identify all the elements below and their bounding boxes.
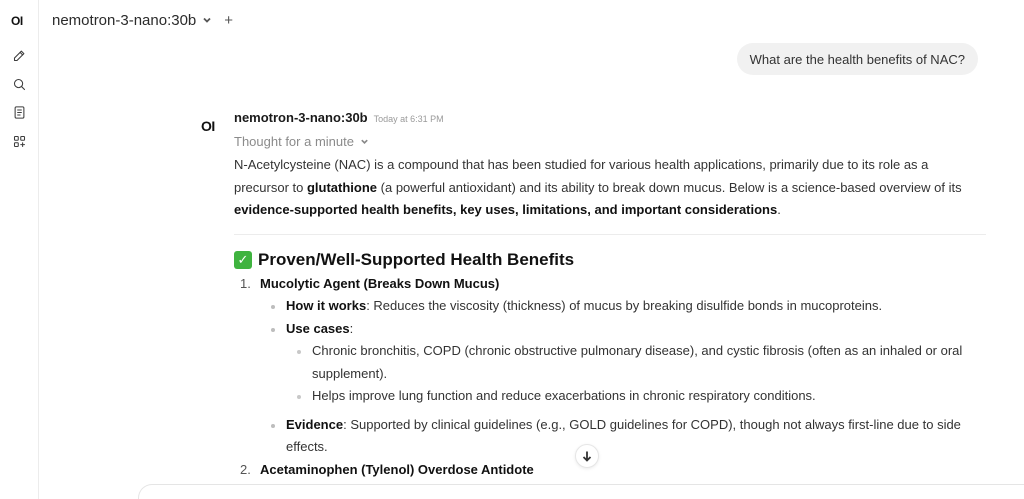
bold-label: Evidence <box>286 416 344 432</box>
add-model-button[interactable]: + <box>224 12 233 29</box>
arrow-down-icon <box>582 451 592 462</box>
sub-list-item: Evidence: Supported by clinical guidelin… <box>260 414 986 459</box>
message-timestamp: Today at 6:31 PM <box>373 114 444 124</box>
model-selector[interactable]: nemotron-3-nano:30b + <box>52 10 233 30</box>
check-mark-icon: ✓ <box>234 250 252 269</box>
user-message-text: What are the health benefits of NAC? <box>749 51 965 67</box>
list-item: 1. Mucolytic Agent (Breaks Down Mucus) H… <box>234 273 986 459</box>
notes-icon[interactable] <box>10 103 28 121</box>
user-message-bubble: What are the health benefits of NAC? <box>736 43 978 75</box>
chevron-down-icon[interactable] <box>202 12 212 29</box>
workspace-icon[interactable] <box>10 132 28 150</box>
assistant-message: nemotron-3-nano:30b Today at 6:31 PM Tho… <box>234 110 986 481</box>
app-logo[interactable]: OI <box>11 14 23 28</box>
intro-bold: evidence-supported health benefits, key … <box>234 202 778 217</box>
message-header: nemotron-3-nano:30b Today at 6:31 PM <box>234 110 986 128</box>
bold-label: How it works <box>286 298 367 313</box>
list-number: 2. <box>240 461 251 477</box>
assistant-model-name: nemotron-3-nano:30b <box>234 110 368 125</box>
section-heading-text: Proven/Well-Supported Health Benefits <box>258 249 575 269</box>
sidebar: OI <box>0 0 39 499</box>
intro-text: . <box>777 202 781 217</box>
thought-toggle[interactable]: Thought for a minute <box>234 132 986 150</box>
list-number: 1. <box>240 275 251 291</box>
chat-input-container[interactable] <box>138 484 1024 499</box>
bold-label: Use cases <box>286 320 350 336</box>
sub-list-item: Use cases: <box>260 318 986 341</box>
thought-label: Thought for a minute <box>234 133 354 149</box>
assistant-avatar: OI <box>201 118 215 134</box>
search-icon[interactable] <box>10 75 28 93</box>
model-name[interactable]: nemotron-3-nano:30b <box>52 12 196 29</box>
sub-list-item: How it works: Reduces the viscosity (thi… <box>260 295 986 318</box>
intro-bold: glutathione <box>306 179 378 195</box>
sub-item-text: : Reduces the viscosity (thickness) of m… <box>366 298 883 313</box>
sub-item-text: : <box>349 320 354 336</box>
new-chat-icon[interactable] <box>10 46 28 64</box>
list-item-title: Mucolytic Agent (Breaks Down Mucus) <box>260 275 500 291</box>
chevron-down-icon <box>361 139 368 144</box>
nested-list-item: Helps improve lung function and reduce e… <box>260 385 986 408</box>
section-heading: ✓ Proven/Well-Supported Health Benefits <box>234 249 986 271</box>
sub-item-text: : Supported by clinical guidelines (e.g.… <box>286 416 961 455</box>
intro-paragraph: N-Acetylcysteine (NAC) is a compound tha… <box>234 154 986 222</box>
sub-list: How it works: Reduces the viscosity (thi… <box>260 295 986 459</box>
list-item-title: Acetaminophen (Tylenol) Overdose Antidot… <box>260 461 534 477</box>
scroll-to-bottom-button[interactable] <box>575 444 599 468</box>
divider <box>234 233 986 235</box>
benefits-list: 1. Mucolytic Agent (Breaks Down Mucus) H… <box>234 273 986 482</box>
list-item: 2. Acetaminophen (Tylenol) Overdose Anti… <box>234 459 986 482</box>
intro-text: (a powerful antioxidant) and its ability… <box>377 179 962 195</box>
nested-list-item: Chronic bronchitis, COPD (chronic obstru… <box>260 340 986 385</box>
